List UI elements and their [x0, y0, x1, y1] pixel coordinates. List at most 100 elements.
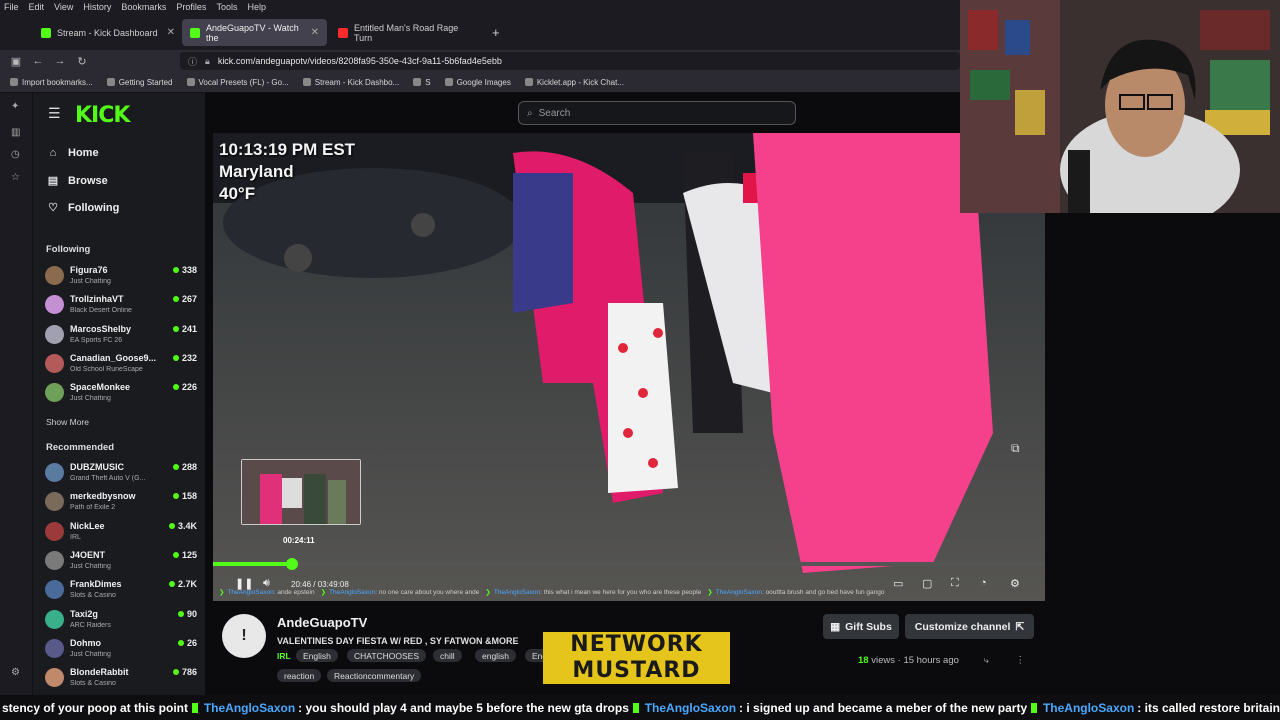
network-mustard-logo: NETWORK MUSTARD: [543, 632, 730, 686]
menu-history[interactable]: History: [83, 2, 111, 12]
ai-sparkle-icon[interactable]: ✦: [11, 101, 22, 112]
menu-tools[interactable]: Tools: [216, 2, 237, 12]
stream-tag[interactable]: CHATCHOOSES: [347, 649, 427, 662]
channel-category: Just Chatting: [70, 562, 111, 570]
nav-browse[interactable]: ▤ Browse: [47, 174, 108, 188]
kick-logo[interactable]: KICK: [75, 103, 130, 128]
channel-name: J4OENT: [70, 549, 106, 560]
sidebar-channel[interactable]: Figura76 Just Chatting 338: [45, 263, 197, 289]
channel-name[interactable]: AndeGuapoTV: [277, 615, 367, 630]
stream-tag[interactable]: English: [296, 649, 338, 662]
sidebar-channel[interactable]: BlondeRabbit Slots & Casino 786: [45, 665, 197, 691]
progress-handle[interactable]: [286, 558, 299, 570]
channel-avatar[interactable]: !: [222, 614, 266, 658]
channel-name: Figura76: [70, 265, 108, 275]
menu-view[interactable]: View: [54, 2, 73, 12]
bookmark-item[interactable]: Kicklet.app - Kick Chat...: [524, 78, 624, 87]
menu-profiles[interactable]: Profiles: [176, 2, 206, 12]
share-icon[interactable]: ⤷: [984, 655, 989, 666]
channel-name: DUBZMUSIC: [70, 462, 124, 472]
picture-in-picture-icon[interactable]: ⧉: [1011, 441, 1020, 456]
sidebar-channel[interactable]: Canadian_Goose9... Old School RuneScape 23…: [45, 351, 197, 377]
sidebar-channel[interactable]: MarcosShelby EA Sports FC 26 241: [45, 322, 197, 348]
sidebar-channel[interactable]: DUBZMUSIC Grand Theft Auto V (G... 288: [45, 460, 197, 486]
sidebar-channel[interactable]: Dohmo Just Chatting 26: [45, 636, 197, 662]
menu-file[interactable]: File: [4, 2, 19, 12]
bookmark-favicon-icon: [10, 78, 18, 86]
bookmark-item[interactable]: Stream - Kick Dashbo...: [302, 78, 399, 87]
search-input[interactable]: ⌕ Search: [518, 101, 796, 125]
bookmark-item[interactable]: Getting Started: [106, 78, 173, 87]
stream-tag[interactable]: Reactioncommentary: [327, 669, 422, 682]
stream-tag[interactable]: reaction: [277, 669, 322, 682]
channel-category: Slots & Casino: [70, 680, 116, 688]
category-tag[interactable]: IRL: [277, 649, 298, 662]
sidebar-channel[interactable]: SpaceMonkee Just Chatting 226: [45, 380, 197, 406]
menu-edit[interactable]: Edit: [29, 2, 45, 12]
bookmark-item[interactable]: Vocal Presets (FL) - Go...: [186, 78, 289, 87]
chat-message: : this what i mean we here for you who a…: [540, 589, 702, 596]
customize-channel-button[interactable]: Customize channel ⇱: [905, 614, 1034, 639]
back-icon[interactable]: ←: [27, 55, 49, 67]
live-dot-icon: [172, 267, 179, 273]
channel-category: EA Sports FC 26: [70, 336, 123, 344]
bookmark-item[interactable]: S: [413, 78, 431, 87]
tab-youtube-video[interactable]: Entitled Man's Road Rage Turn: [330, 19, 480, 46]
stream-tag[interactable]: chill: [433, 649, 462, 662]
menu-help[interactable]: Help: [247, 2, 266, 12]
close-tab-icon[interactable]: ✕: [167, 27, 175, 38]
sidebar-channel[interactable]: Taxi2g ARC Raiders 90: [45, 607, 197, 633]
menu-bookmarks[interactable]: Bookmarks: [121, 2, 166, 12]
channel-category: Path of Exile 2: [70, 504, 116, 512]
viewer-count: 288: [172, 462, 197, 472]
star-icon[interactable]: ☆: [11, 172, 22, 183]
history-icon[interactable]: ◷: [11, 149, 22, 160]
tab-andeguapotv[interactable]: AndeGuapoTV - Watch the ✕: [182, 19, 327, 46]
bookmark-item[interactable]: Import bookmarks...: [10, 78, 93, 87]
sidebar-toggle-icon[interactable]: ▣: [5, 55, 27, 68]
channel-avatar: [45, 383, 64, 403]
bookmark-item[interactable]: Google Images: [444, 78, 511, 87]
progress-bar[interactable]: [213, 558, 1045, 570]
close-tab-icon[interactable]: ✕: [311, 27, 319, 38]
video-title: VALENTINES DAY FIESTA W/ RED , SY FATWON…: [277, 636, 519, 646]
bookmarks-icon[interactable]: ▥: [11, 127, 22, 138]
sidebar-channel[interactable]: NickLee IRL 3.4K: [45, 519, 197, 545]
show-more-link[interactable]: Show More: [46, 417, 89, 427]
bookmark-favicon-icon: [186, 78, 195, 86]
reload-icon[interactable]: ↻: [71, 55, 93, 68]
sidebar-channel[interactable]: J4OENT Just Chatting 125: [45, 548, 197, 574]
viewer-count: 232: [172, 353, 197, 363]
menu-icon[interactable]: ☰: [48, 105, 61, 122]
sidebar-channel[interactable]: TrollzinhaVT Black Desert Online 267: [45, 292, 197, 318]
webcam-image: [960, 0, 1280, 213]
gift-subs-button[interactable]: ▦ Gift Subs: [823, 614, 899, 639]
channel-avatar: [45, 580, 64, 600]
stream-tag[interactable]: english: [475, 649, 516, 662]
tab-kick-dashboard[interactable]: Stream - Kick Dashboard ✕: [33, 19, 183, 46]
viewer-count: 3.4K: [168, 521, 197, 531]
viewer-count: 125: [172, 550, 197, 560]
chat-message: stency of your poop at this point: [2, 700, 188, 715]
url-text: kick.com/andeguapotv/videos/8208fa95-350…: [217, 56, 502, 66]
nav-following[interactable]: ♡ Following: [47, 201, 119, 215]
sidebar-channel[interactable]: merkedbysnow Path of Exile 2 158: [45, 489, 197, 515]
live-dot-icon: [172, 551, 179, 558]
sidebar-channel[interactable]: FrankDimes Slots & Casino 2.7K: [45, 577, 197, 603]
live-dot-icon: [172, 493, 179, 500]
more-options-icon[interactable]: ⋮: [1016, 655, 1026, 666]
live-dot-icon: [172, 464, 179, 470]
channel-avatar: [45, 609, 64, 629]
new-tab-button[interactable]: +: [484, 19, 504, 46]
settings-icon[interactable]: ⚙: [11, 667, 22, 678]
forward-icon[interactable]: →: [49, 55, 71, 67]
chat-ticker: stency of your poop at this point TheAngl…: [0, 695, 1280, 720]
viewer-count: 267: [172, 294, 197, 304]
channel-category: Just Chatting: [70, 278, 111, 285]
url-bar[interactable]: ⓘ 🔒︎ kick.com/andeguapotv/videos/8208fa9…: [180, 52, 960, 70]
search-icon: ⌕: [527, 107, 533, 119]
video-player[interactable]: 10:13:19 PM EST Maryland 40°F ⧉ 00:24:11…: [213, 133, 1045, 601]
channel-avatar: [45, 521, 64, 541]
channel-name: BlondeRabbit: [70, 667, 129, 678]
nav-home[interactable]: ⌂ Home: [47, 147, 99, 159]
